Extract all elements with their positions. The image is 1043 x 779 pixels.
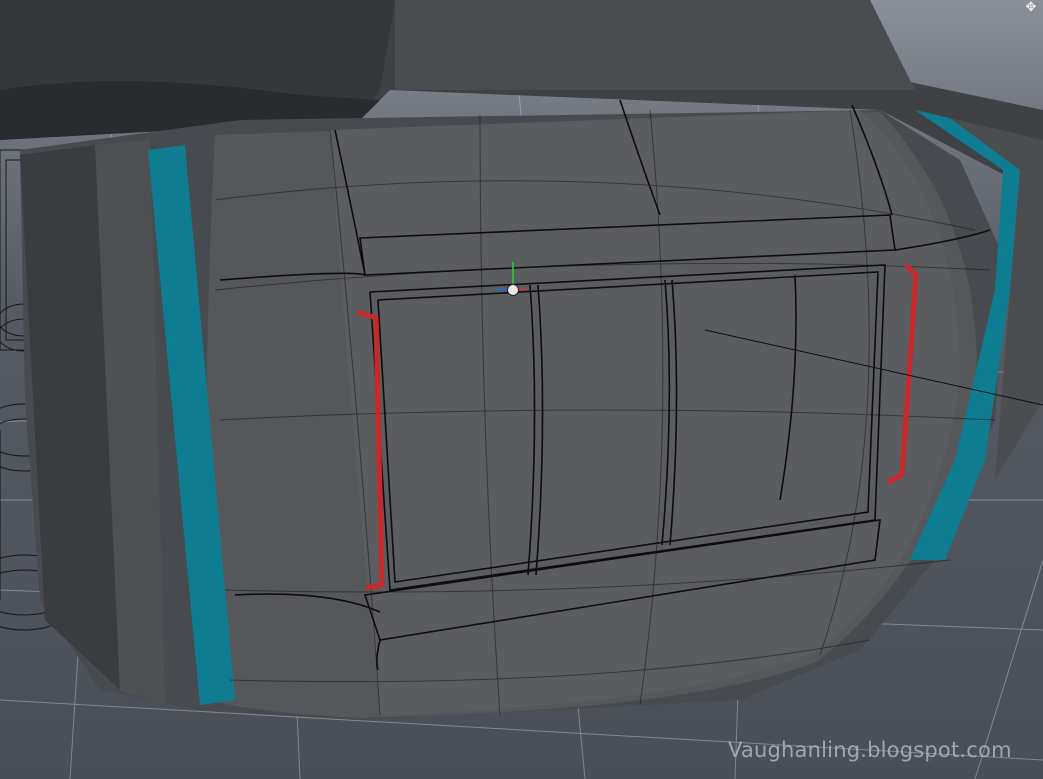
move-arrows-icon[interactable]: ✥: [1021, 0, 1041, 16]
watermark: Vaughanling.blogspot.com: [728, 738, 1012, 762]
3d-viewport[interactable]: ✥ Vaughanling.blogspot.com: [0, 0, 1043, 779]
viewport-scene[interactable]: [0, 0, 1043, 779]
